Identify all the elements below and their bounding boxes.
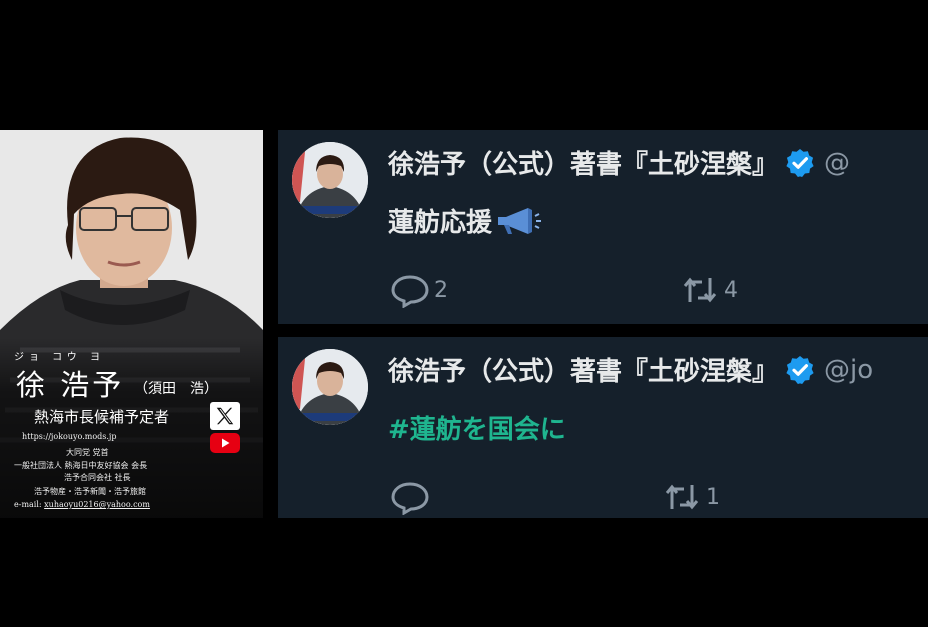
retweet-icon [665,484,699,510]
association-line: 一般社団法人 熱海日中友好協会 会長 [14,461,148,470]
tweet-body: 蓮舫応援 [388,208,493,238]
hashtag-link[interactable]: #蓮舫を国会に [388,409,566,446]
retweet-count: 4 [724,277,738,303]
megaphone-icon [498,207,542,234]
author-avatar[interactable] [292,349,368,425]
tweet-card[interactable]: 徐浩予（公式）著書『土砂涅槃』 @jo #蓮舫を国会に 1 [278,337,928,518]
tweet-card[interactable]: 徐浩予（公式）著書『土砂涅槃』 @ 蓮舫応援 2 4 [278,130,928,324]
party-line: 大同党 党首 [66,448,109,457]
candidate-name: 徐 浩予 [16,368,125,402]
candidate-furigana: ジョ コウ ヨ [14,352,105,363]
tweet-header: 徐浩予（公式）著書『土砂涅槃』 @ [388,144,850,181]
email-label: e-mail: [14,500,42,509]
author-name[interactable]: 徐浩予（公式）著書『土砂涅槃』 [388,144,778,181]
reply-icon [391,275,429,308]
reply-icon [391,482,429,515]
website-url[interactable]: https://jokouyo.mods.jp [22,432,117,441]
retweet-icon [683,277,717,303]
tweet-header: 徐浩予（公式）著書『土砂涅槃』 @jo [388,351,873,388]
business-line: 浩予物産・浩予新聞・浩予旅館 [34,487,146,496]
reply-button[interactable]: 2 [390,272,448,308]
verified-badge-icon [786,148,814,177]
candidate-role: 熱海市長候補予定者 [34,408,170,426]
retweet-count: 1 [706,484,720,510]
author-handle[interactable]: @ [824,148,850,178]
author-avatar[interactable] [292,142,368,218]
verified-badge-icon [786,355,814,384]
candidate-alias: （須田 浩） [134,381,218,397]
email-address[interactable]: xuhaoyu0216@yahoo.com [44,500,150,509]
author-name[interactable]: 徐浩予（公式）著書『土砂涅槃』 [388,351,778,388]
retweet-button[interactable]: 1 [662,479,720,515]
company-line: 浩予合同会社 社長 [64,473,131,482]
author-handle[interactable]: @jo [824,355,873,385]
email-line: e-mail: xuhaoyu0216@yahoo.com [14,500,150,509]
candidate-profile-card: ジョ コウ ヨ 徐 浩予 （須田 浩） 熱海市長候補予定者 https://jo… [0,130,263,518]
reply-button[interactable] [390,479,434,515]
tweet-text: 蓮舫応援 [388,202,542,239]
reply-count: 2 [434,277,448,303]
tweet-text: #蓮舫を国会に [388,409,566,446]
x-logo-icon[interactable] [210,402,240,430]
retweet-button[interactable]: 4 [680,272,738,308]
youtube-icon[interactable] [210,433,240,453]
